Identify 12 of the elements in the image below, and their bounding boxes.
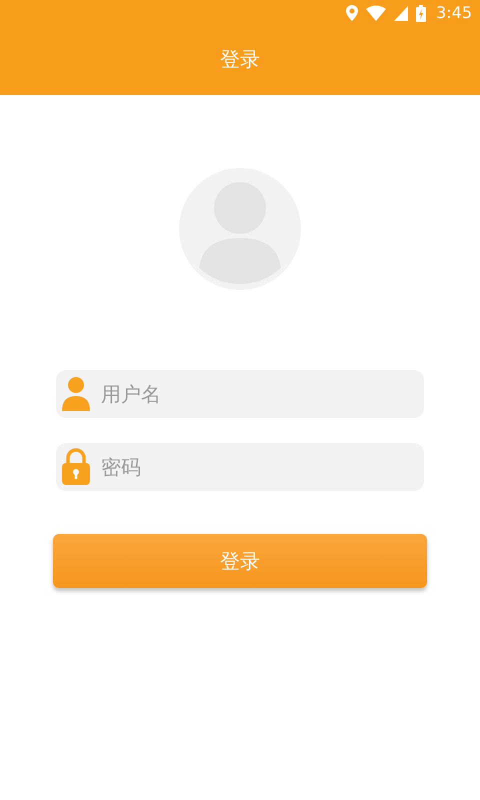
avatar-placeholder-icon — [179, 168, 301, 290]
wifi-icon — [366, 5, 386, 21]
status-time: 3:45 — [436, 2, 472, 24]
user-icon — [61, 376, 91, 412]
battery-icon — [416, 4, 426, 22]
input-field[interactable]: 用户名 — [56, 370, 424, 418]
location-pin-icon — [346, 5, 358, 21]
signal-icon — [394, 6, 408, 20]
padlock-icon — [61, 448, 91, 486]
login-button[interactable]: 登录 — [53, 534, 427, 588]
input-field[interactable]: 密码 — [56, 443, 424, 491]
header-title: 登录 — [220, 46, 260, 72]
